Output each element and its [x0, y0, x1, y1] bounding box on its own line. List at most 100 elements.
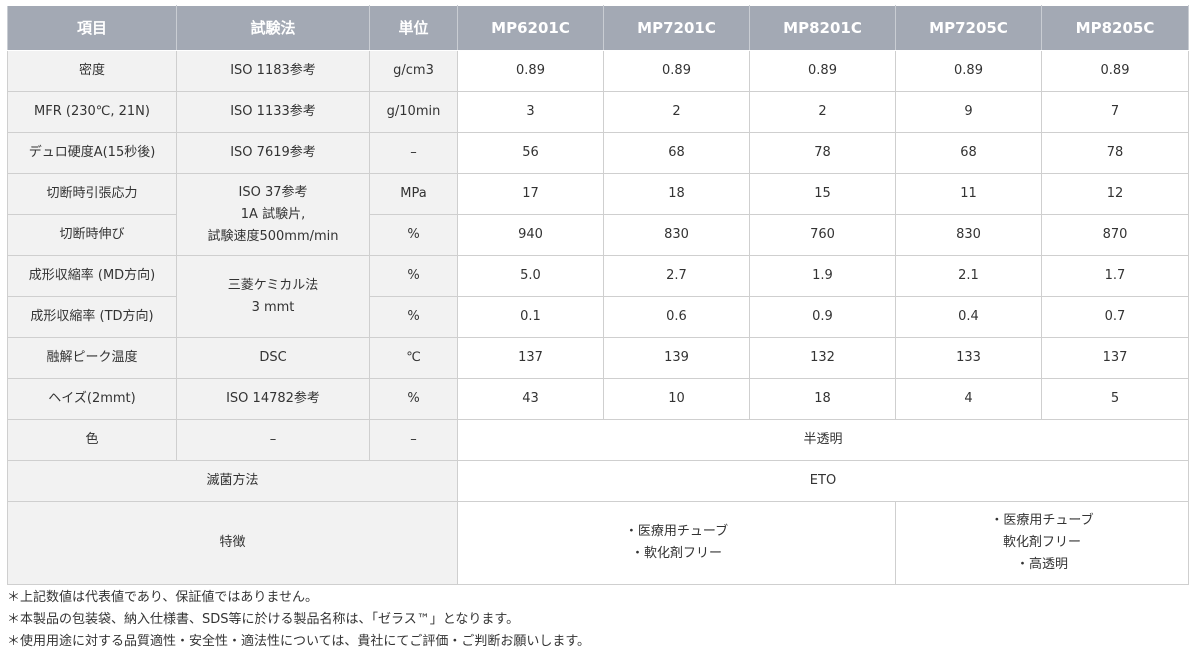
unit: MPa	[369, 173, 458, 215]
value-cell: 0.89	[603, 50, 750, 92]
value-cell: 5	[1041, 378, 1189, 420]
value-cell: 2.1	[895, 255, 1042, 297]
row-label: 滅菌方法	[7, 460, 458, 502]
value-cell: 56	[457, 132, 604, 174]
header-method: 試験法	[176, 5, 370, 51]
table-row: ヘイズ(2mmt) ISO 14782参考 % 43 10 18 4 5	[7, 378, 1189, 420]
test-method: 三菱ケミカル法 3 mmt	[176, 255, 370, 338]
value-cell: 139	[603, 337, 750, 379]
value-cell: 5.0	[457, 255, 604, 297]
spec-table-wrapper: 項目 試験法 単位 MP6201C MP7201C MP8201C MP7205…	[7, 5, 1189, 653]
row-label: 切断時引張応力	[7, 173, 177, 215]
table-row: MFR (230℃, 21N) ISO 1133参考 g/10min 3 2 2…	[7, 91, 1189, 133]
value-cell: 15	[749, 173, 896, 215]
table-row: 成形収縮率 (MD方向) 三菱ケミカル法 3 mmt % 5.0 2.7 1.9…	[7, 255, 1189, 338]
value-cell: 137	[1041, 337, 1189, 379]
value-cell: 830	[895, 214, 1042, 256]
test-method: DSC	[176, 337, 370, 379]
row-label: 融解ピーク温度	[7, 337, 177, 379]
test-method: ISO 1183参考	[176, 50, 370, 92]
spec-table: 項目 試験法 単位 MP6201C MP7201C MP8201C MP7205…	[7, 5, 1189, 585]
value-cell: 0.89	[1041, 50, 1189, 92]
value-cell: 18	[749, 378, 896, 420]
value-cell: 1.9	[749, 255, 896, 297]
feature-line: ・医療用チューブ	[624, 524, 729, 539]
unit: –	[369, 132, 458, 174]
table-row: デュロ硬度A(15秒後) ISO 7619参考 – 56 68 78 68 78	[7, 132, 1189, 174]
value-cell: 870	[1041, 214, 1189, 256]
feature-line: ・医療用チューブ	[990, 513, 1094, 528]
value-cell: 137	[457, 337, 604, 379]
unit: ℃	[369, 337, 458, 379]
value-cell: 760	[749, 214, 896, 256]
value-cell: 78	[1041, 132, 1189, 174]
value-cell: 0.9	[749, 296, 896, 338]
feature-line: 軟化剤フリー	[1002, 535, 1081, 550]
value-cell: 830	[603, 214, 750, 256]
test-method: ISO 7619参考	[176, 132, 370, 174]
header-grade: MP7205C	[895, 5, 1042, 51]
method-line: ISO 37参考	[238, 184, 308, 200]
value-cell: 3	[457, 91, 604, 133]
value-cell: 12	[1041, 173, 1189, 215]
header-row: 項目 試験法 単位 MP6201C MP7201C MP8201C MP7205…	[7, 5, 1189, 51]
test-method: ISO 1133参考	[176, 91, 370, 133]
value-cell: 11	[895, 173, 1042, 215]
unit: g/cm3	[369, 50, 458, 92]
footnotes: ＊上記数値は代表値であり、保証値ではありません。 ＊本製品の包装袋、納入仕様書、…	[7, 587, 1188, 653]
method-line: 三菱ケミカル法	[227, 277, 319, 293]
unit: %	[369, 214, 458, 256]
row-label: 密度	[7, 50, 177, 92]
value-cell: 4	[895, 378, 1042, 420]
header-grade: MP8205C	[1041, 5, 1189, 51]
row-label: 成形収縮率 (MD方向)	[7, 255, 177, 297]
value-cell: ETO	[457, 460, 1189, 502]
value-cell: 1.7	[1041, 255, 1189, 297]
value-cell: 2.7	[603, 255, 750, 297]
value-cell: 0.1	[457, 296, 604, 338]
row-label: ヘイズ(2mmt)	[7, 378, 177, 420]
value-cell: 18	[603, 173, 750, 215]
value-cell: 2	[749, 91, 896, 133]
value-cell: 0.7	[1041, 296, 1189, 338]
row-label: 切断時伸び	[7, 214, 177, 256]
value-cell: 43	[457, 378, 604, 420]
header-grade: MP6201C	[457, 5, 604, 51]
value-cell: 9	[895, 91, 1042, 133]
method-line: 3 mmt	[251, 299, 295, 315]
test-method: ISO 14782参考	[176, 378, 370, 420]
footnote: ＊本製品の包装袋、納入仕様書、SDS等に於ける製品名称は、「ゼラス™」となります…	[7, 612, 520, 627]
header-item: 項目	[7, 5, 177, 51]
value-cell: 0.89	[749, 50, 896, 92]
feature-line: ・高透明	[1015, 557, 1068, 572]
value-cell: 0.6	[603, 296, 750, 338]
row-label: 特徴	[7, 501, 458, 585]
footnote: ＊使用用途に対する品質適性・安全性・適法性については、貴社にてご評価・ご判断お願…	[7, 634, 591, 649]
footnote: ＊上記数値は代表値であり、保証値ではありません。	[7, 590, 318, 605]
value-cell: 2	[603, 91, 750, 133]
header-grade: MP7201C	[603, 5, 750, 51]
value-cell: 132	[749, 337, 896, 379]
unit: %	[369, 378, 458, 420]
method-line: 1A 試験片,	[240, 206, 306, 222]
feature-line: ・軟化剤フリー	[630, 546, 722, 561]
value-cell: 半透明	[457, 419, 1189, 461]
row-label: デュロ硬度A(15秒後)	[7, 132, 177, 174]
test-method: ISO 37参考 1A 試験片, 試験速度500mm/min	[176, 173, 370, 256]
method-line: 試験速度500mm/min	[207, 228, 339, 244]
value-cell: 68	[895, 132, 1042, 174]
table-row: 融解ピーク温度 DSC ℃ 137 139 132 133 137	[7, 337, 1189, 379]
row-label: 色	[7, 419, 177, 461]
unit: %	[369, 255, 458, 297]
value-cell: 7	[1041, 91, 1189, 133]
value-cell: 17	[457, 173, 604, 215]
value-cell: 0.89	[895, 50, 1042, 92]
features-cell: ・医療用チューブ ・軟化剤フリー	[457, 501, 896, 585]
features-cell: ・医療用チューブ 軟化剤フリー ・高透明	[895, 501, 1189, 585]
value-cell: 940	[457, 214, 604, 256]
test-method: –	[176, 419, 370, 461]
value-cell: 133	[895, 337, 1042, 379]
value-cell: 68	[603, 132, 750, 174]
value-cell: 78	[749, 132, 896, 174]
table-row: 密度 ISO 1183参考 g/cm3 0.89 0.89 0.89 0.89 …	[7, 50, 1189, 92]
